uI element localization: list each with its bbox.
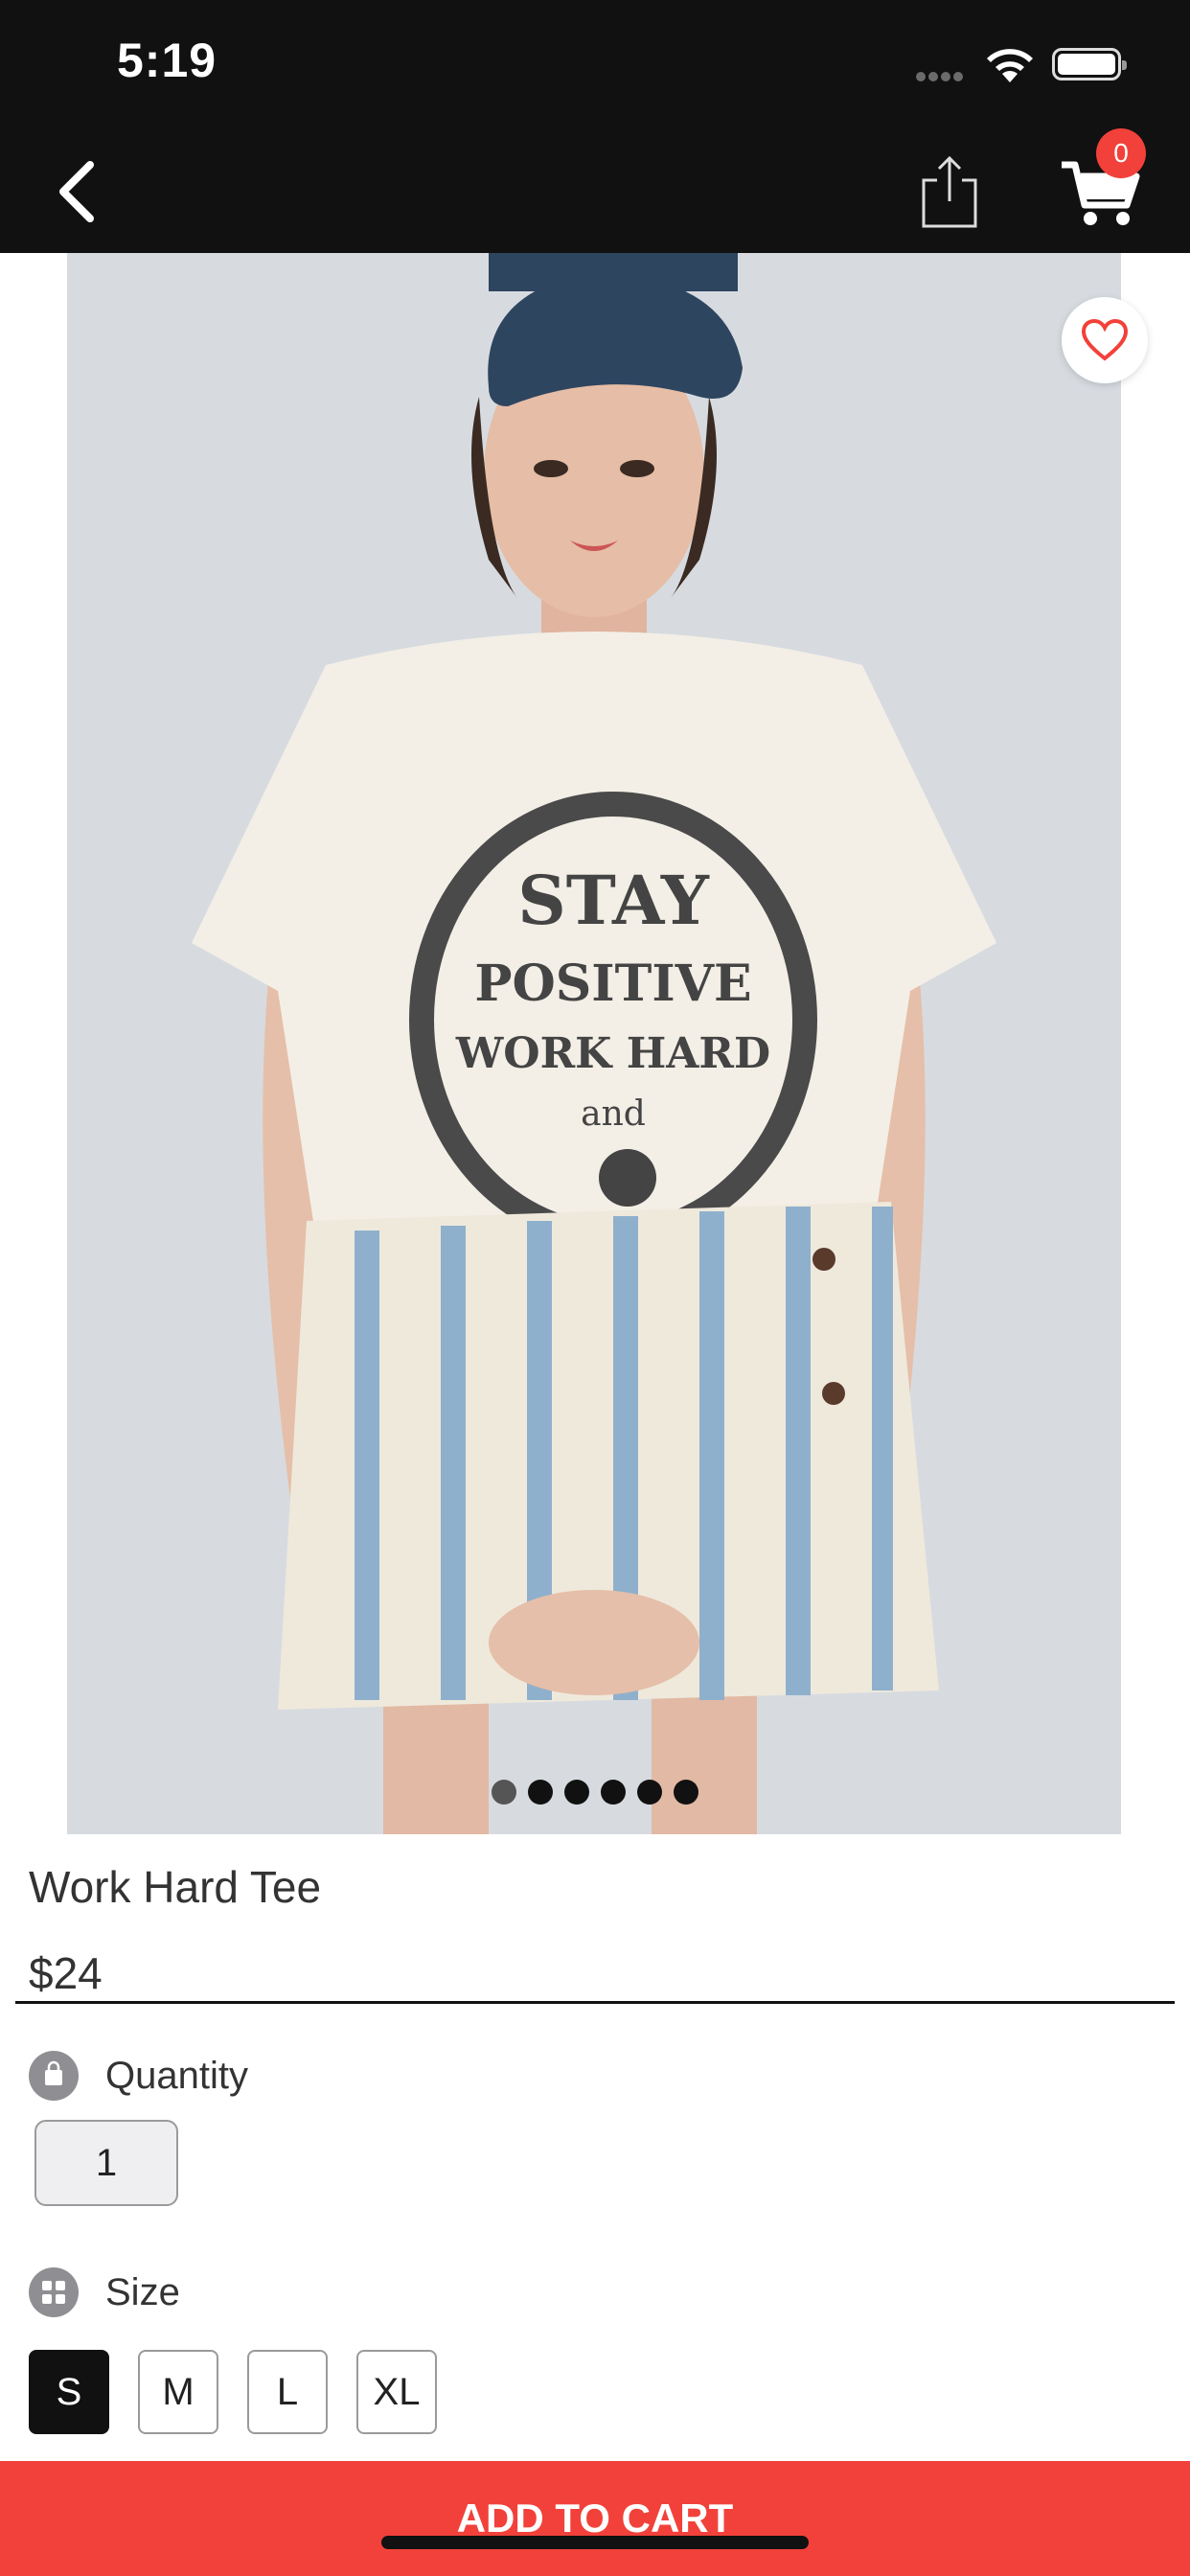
status-bar: 5:19 — [0, 0, 1190, 128]
size-option-l[interactable]: L — [247, 2350, 328, 2434]
pager-dot[interactable] — [564, 1780, 589, 1805]
svg-text:STAY: STAY — [517, 861, 710, 940]
image-pager-dots — [0, 1780, 1190, 1805]
cart-count-badge: 0 — [1096, 128, 1146, 178]
pager-dot[interactable] — [528, 1780, 553, 1805]
product-image[interactable]: STAY POSITIVE WORK HARD and — [67, 253, 1121, 1834]
quantity-field[interactable]: 1 — [34, 2120, 178, 2206]
product-photo: STAY POSITIVE WORK HARD and — [67, 253, 1121, 1834]
quantity-label: Quantity — [105, 2055, 248, 2097]
size-option-m[interactable]: M — [138, 2350, 218, 2434]
svg-text:and: and — [581, 1094, 646, 1134]
quantity-bag-icon — [29, 2051, 79, 2101]
status-time: 5:19 — [117, 34, 217, 87]
favorite-button[interactable] — [1062, 297, 1148, 383]
size-grid-icon — [29, 2267, 79, 2317]
wifi-icon — [987, 49, 1033, 82]
size-label: Size — [105, 2271, 180, 2313]
add-to-cart-button[interactable]: ADD TO CART — [0, 2461, 1190, 2576]
pager-dot[interactable] — [492, 1780, 516, 1805]
size-option-s[interactable]: S — [29, 2350, 109, 2434]
product-price: $24 — [29, 1948, 103, 1998]
pager-dot[interactable] — [601, 1780, 626, 1805]
pager-dot[interactable] — [637, 1780, 662, 1805]
battery-icon — [1052, 48, 1127, 80]
svg-text:WORK HARD: WORK HARD — [455, 1029, 770, 1078]
svg-text:POSITIVE: POSITIVE — [474, 954, 751, 1013]
divider — [15, 2001, 1175, 2004]
size-option-xl[interactable]: XL — [356, 2350, 437, 2434]
product-title: Work Hard Tee — [29, 1862, 322, 1912]
heart-icon — [1081, 318, 1129, 361]
back-arrow-icon[interactable] — [48, 153, 115, 230]
navigation-bar — [0, 128, 1190, 253]
cellular-signal-icon — [916, 69, 966, 86]
pager-dot[interactable] — [674, 1780, 698, 1805]
add-to-cart-label: ADD TO CART — [456, 2496, 734, 2541]
home-indicator[interactable] — [381, 2536, 809, 2549]
share-icon[interactable] — [918, 153, 981, 230]
